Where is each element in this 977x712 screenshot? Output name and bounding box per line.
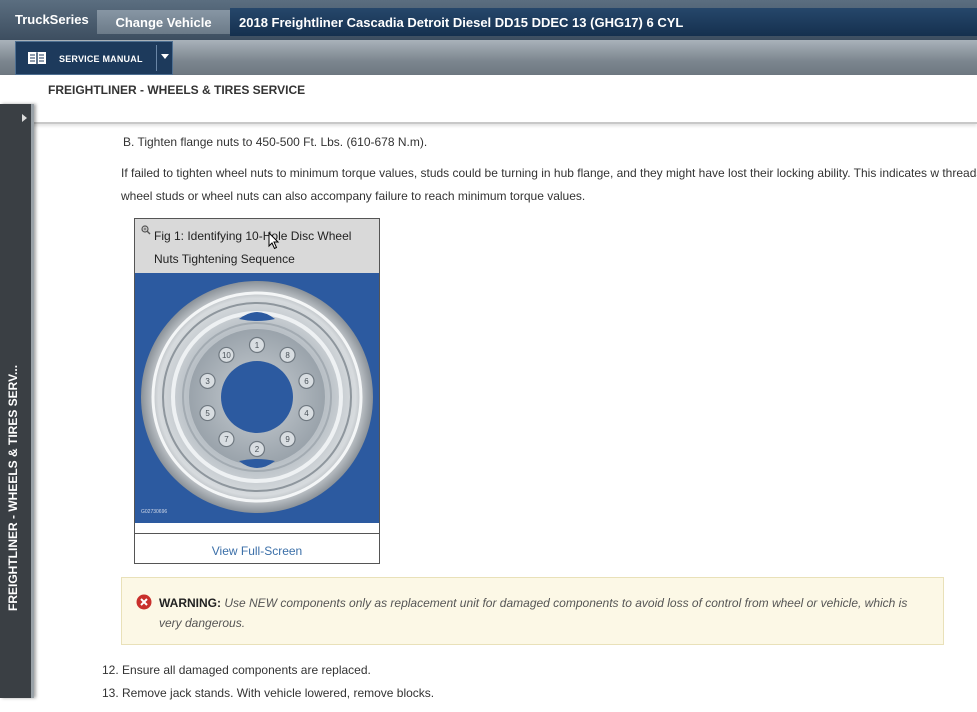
disc-wheel-illustration: 1 8 6 4 9 2 7 5 3 10: [141, 281, 373, 513]
wheel-nut-label: 10: [222, 351, 231, 360]
warning-box: WARNING: Use NEW components only as repl…: [121, 577, 944, 645]
zoom-icon[interactable]: [141, 225, 151, 235]
change-vehicle-button[interactable]: Change Vehicle: [97, 10, 230, 34]
section-header: FREIGHTLINER - WHEELS & TIRES SERVICE: [0, 75, 977, 124]
error-icon: [136, 594, 152, 610]
wheel-nut-label: 1: [255, 341, 260, 350]
expand-arrow-icon[interactable]: [22, 114, 27, 122]
mouse-cursor-icon: [268, 232, 280, 250]
step-12-text: 12. Ensure all damaged components are re…: [102, 663, 371, 677]
figure-header: Fig 1: Identifying 10-Hole Disc Wheel Nu…: [135, 219, 379, 273]
view-full-screen-link[interactable]: View Full-Screen: [135, 533, 379, 563]
service-manual-label: SERVICE MANUAL: [59, 54, 143, 64]
wheel-nut-label: 4: [304, 409, 309, 418]
wheel-image[interactable]: 1 8 6 4 9 2 7 5 3 10 G02730696: [135, 273, 379, 523]
wheel-nut-label: 8: [285, 351, 290, 360]
step-b-text: B. Tighten flange nuts to 450-500 Ft. Lb…: [123, 135, 428, 149]
step-13-text: 13. Remove jack stands. With vehicle low…: [102, 686, 435, 700]
wheel-nut-label: 9: [285, 435, 290, 444]
button-divider: [156, 45, 157, 71]
wheel-nut-label: 7: [224, 435, 229, 444]
main-content: B. Tighten flange nuts to 450-500 Ft. Lb…: [0, 124, 977, 712]
chevron-down-icon[interactable]: [161, 54, 169, 59]
figure-card: Fig 1: Identifying 10-Hole Disc Wheel Nu…: [134, 218, 380, 564]
wheel-nut-label: 6: [304, 377, 309, 386]
figure-caption: Fig 1: Identifying 10-Hole Disc Wheel Nu…: [154, 229, 352, 266]
book-icon: [28, 52, 46, 65]
center-bore: [221, 361, 293, 433]
wheel-nut-label: 5: [205, 409, 210, 418]
warning-message: WARNING: Use NEW components only as repl…: [159, 593, 929, 633]
page-title: FREIGHTLINER - WHEELS & TIRES SERVICE: [48, 83, 306, 97]
vehicle-title: 2018 Freightliner Cascadia Detroit Diese…: [230, 8, 977, 36]
service-manual-button[interactable]: SERVICE MANUAL: [15, 41, 173, 75]
image-code: G02730696: [141, 509, 168, 515]
warning-label: WARNING:: [159, 596, 221, 610]
warning-text: Use NEW components only as replacement u…: [159, 596, 908, 630]
brand-logo[interactable]: TruckSeries: [15, 12, 89, 27]
wheel-nut-label: 2: [255, 445, 260, 454]
torque-paragraph: If failed to tighten wheel nuts to minim…: [121, 166, 977, 203]
wheel-nut-label: 3: [205, 377, 210, 386]
top-bar: TruckSeries Change Vehicle 2018 Freightl…: [0, 0, 977, 40]
